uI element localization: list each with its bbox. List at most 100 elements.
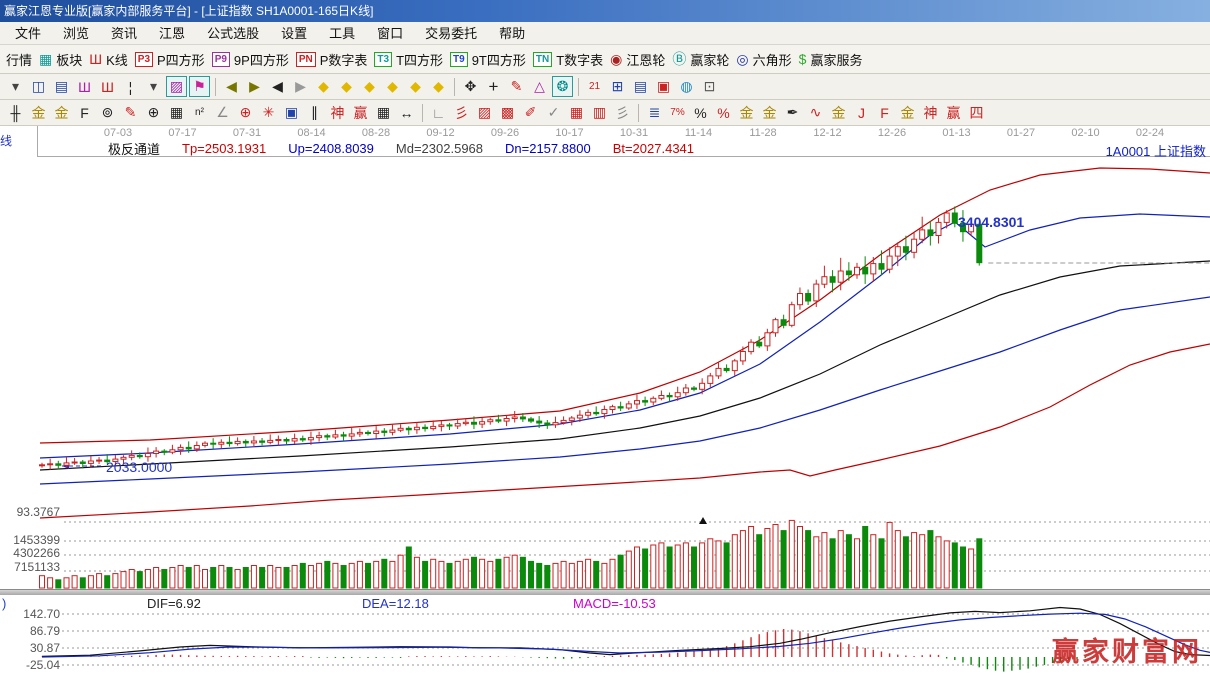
target-red-icon[interactable]: ⊕ (235, 102, 256, 123)
red-grid-icon[interactable]: ▦ (566, 102, 587, 123)
ray-fan-icon[interactable]: 彡 (451, 102, 472, 123)
crosshair-tool-icon[interactable]: + (483, 76, 504, 97)
prev-bar-icon[interactable]: ◀ (267, 76, 288, 97)
print-icon[interactable]: ⊡ (699, 76, 720, 97)
spiral-icon[interactable]: ⊚ (97, 102, 118, 123)
candle-dropdown-icon[interactable]: ▾ (143, 76, 164, 97)
chart-window-icon[interactable]: ◫ (28, 76, 49, 97)
box-target-icon[interactable]: ▣ (281, 102, 302, 123)
menu-item-1[interactable]: 浏览 (52, 23, 100, 44)
f-grid-icon[interactable]: F (74, 102, 95, 123)
feature-6[interactable]: T3 T四方形 (374, 50, 443, 69)
ying-angle-icon[interactable]: 赢 (943, 102, 964, 123)
menu-item-8[interactable]: 交易委托 (414, 23, 488, 44)
menu-item-7[interactable]: 窗口 (366, 23, 414, 44)
slant-lines-icon[interactable]: 彡 (612, 102, 633, 123)
menu-item-9[interactable]: 帮助 (488, 23, 536, 44)
hand-tool-icon[interactable]: ✥ (460, 76, 481, 97)
gold-grid-1-icon[interactable]: 金 (28, 102, 49, 123)
feature-2[interactable]: Ш K线 (89, 50, 128, 69)
gann-cross-icon[interactable]: ◆ (405, 76, 426, 97)
feature-8[interactable]: TN T数字表 (532, 50, 603, 69)
gann-move-left-icon[interactable]: ◆ (313, 76, 334, 97)
parallel-tool-icon[interactable]: ∥ (304, 102, 325, 123)
menu-item-0[interactable]: 文件 (4, 23, 52, 44)
calendar-icon[interactable]: 21 (584, 76, 605, 97)
gold-circle-icon[interactable]: 金 (736, 102, 757, 123)
next-bar-icon[interactable]: ▶ (290, 76, 311, 97)
ying-fence-icon[interactable]: 赢 (350, 102, 371, 123)
wave-cross-icon[interactable]: ∿ (805, 102, 826, 123)
angle-measure-icon[interactable]: ✎ (506, 76, 527, 97)
dense-fence-icon[interactable]: ▦ (166, 102, 187, 123)
gold-grid-2-icon[interactable]: 金 (51, 102, 72, 123)
pen-flag-icon[interactable]: ✒ (782, 102, 803, 123)
box-diag-icon[interactable]: ▨ (474, 102, 495, 123)
pencil-line-icon[interactable]: ✐ (520, 102, 541, 123)
feature-0[interactable]: 行情 (6, 50, 32, 69)
feature-9[interactable]: ◉ 江恩轮 (610, 50, 665, 69)
notepad-icon[interactable]: ▤ (630, 76, 651, 97)
n-square-icon[interactable]: n² (189, 102, 210, 123)
gold-line-icon[interactable]: 金 (759, 102, 780, 123)
single-candle-icon[interactable]: ¦ (120, 76, 141, 97)
percent-7-icon[interactable]: 7% (667, 102, 688, 123)
last-bar-icon[interactable]: ▶ (244, 76, 265, 97)
shen-fence-icon[interactable]: 神 (327, 102, 348, 123)
gann-move-right-icon[interactable]: ◆ (336, 76, 357, 97)
menu-item-6[interactable]: 工具 (318, 23, 366, 44)
gold-angle-icon[interactable]: 金 (897, 102, 918, 123)
kline-3-icon[interactable]: Ш (74, 76, 95, 97)
brain-map-icon[interactable]: ❂ (552, 76, 573, 97)
stats-bars-icon[interactable]: ≣ (644, 102, 665, 123)
feature-3[interactable]: P3 P四方形 (134, 50, 205, 69)
radial-icon[interactable]: ✳ (258, 102, 279, 123)
dropdown-arrow-icon[interactable]: ▾ (5, 76, 26, 97)
corner-angle-icon[interactable]: ∟ (428, 102, 449, 123)
feature-10[interactable]: Ⓑ 赢家轮 (672, 50, 729, 69)
menu-item-4[interactable]: 公式选股 (196, 23, 270, 44)
menu-item-3[interactable]: 江恩 (148, 23, 196, 44)
menu-item-5[interactable]: 设置 (270, 23, 318, 44)
red-table-icon[interactable]: ▥ (589, 102, 610, 123)
save-icon[interactable]: ▣ (653, 76, 674, 97)
window-titlebar[interactable]: 赢家江恩专业版[赢家内部服务平台] - [上证指数 SH1A0001-165日K… (0, 0, 1210, 22)
color-flag-icon[interactable]: ⚑ (189, 76, 210, 97)
pane-splitter[interactable] (0, 589, 1210, 595)
side-tab-fragment[interactable]: 线 (0, 132, 14, 150)
gann-full-icon[interactable]: ◆ (428, 76, 449, 97)
gold-under-icon[interactable]: 金 (828, 102, 849, 123)
menu-item-2[interactable]: 资讯 (100, 23, 148, 44)
feature-5[interactable]: PN P数字表 (295, 50, 367, 69)
info-list-icon[interactable]: ▤ (51, 76, 72, 97)
gann-compress-icon[interactable]: ◆ (359, 76, 380, 97)
circle-cross-icon[interactable]: ⊕ (143, 102, 164, 123)
angle-lines-icon[interactable]: ∠ (212, 102, 233, 123)
grid-fence-icon[interactable]: ╫ (5, 102, 26, 123)
box-grid-icon[interactable]: ▩ (497, 102, 518, 123)
check-line-icon[interactable]: ✓ (543, 102, 564, 123)
grid-table-icon[interactable]: ▦ (373, 102, 394, 123)
chart-canvas[interactable]: 线 07-03 07-17 07-31 08-14 08-28 09-12 09-26 10-… (0, 126, 1210, 674)
feature-1[interactable]: ▦ 板块 (39, 50, 82, 69)
protractor-icon[interactable]: △ (529, 76, 550, 97)
feature-7[interactable]: T9 9T四方形 (450, 50, 526, 69)
badge-p9-icon: P9 (211, 51, 230, 67)
percent-icon[interactable]: % (690, 102, 711, 123)
angle-pencil-icon[interactable]: ✎ (120, 102, 141, 123)
feature-11[interactable]: ◎ 六角形 (736, 50, 791, 69)
calculator-icon[interactable]: ⊞ (607, 76, 628, 97)
f-angle-icon[interactable]: F (874, 102, 895, 123)
percent-line-icon[interactable]: % (713, 102, 734, 123)
j-angle-icon[interactable]: J (851, 102, 872, 123)
width-arrow-icon[interactable]: ↔ (396, 102, 417, 123)
web-icon[interactable]: ◍ (676, 76, 697, 97)
kline-style-icon[interactable]: ▨ (166, 76, 187, 97)
gann-expand-icon[interactable]: ◆ (382, 76, 403, 97)
feature-12[interactable]: $ 赢家服务 (799, 50, 863, 69)
feature-4[interactable]: P9 9P四方形 (211, 50, 289, 69)
si-angle-icon[interactable]: 四 (966, 102, 987, 123)
shen-angle-icon[interactable]: 神 (920, 102, 941, 123)
first-bar-icon[interactable]: ◀ (221, 76, 242, 97)
kline-9-icon[interactable]: Ш (97, 76, 118, 97)
